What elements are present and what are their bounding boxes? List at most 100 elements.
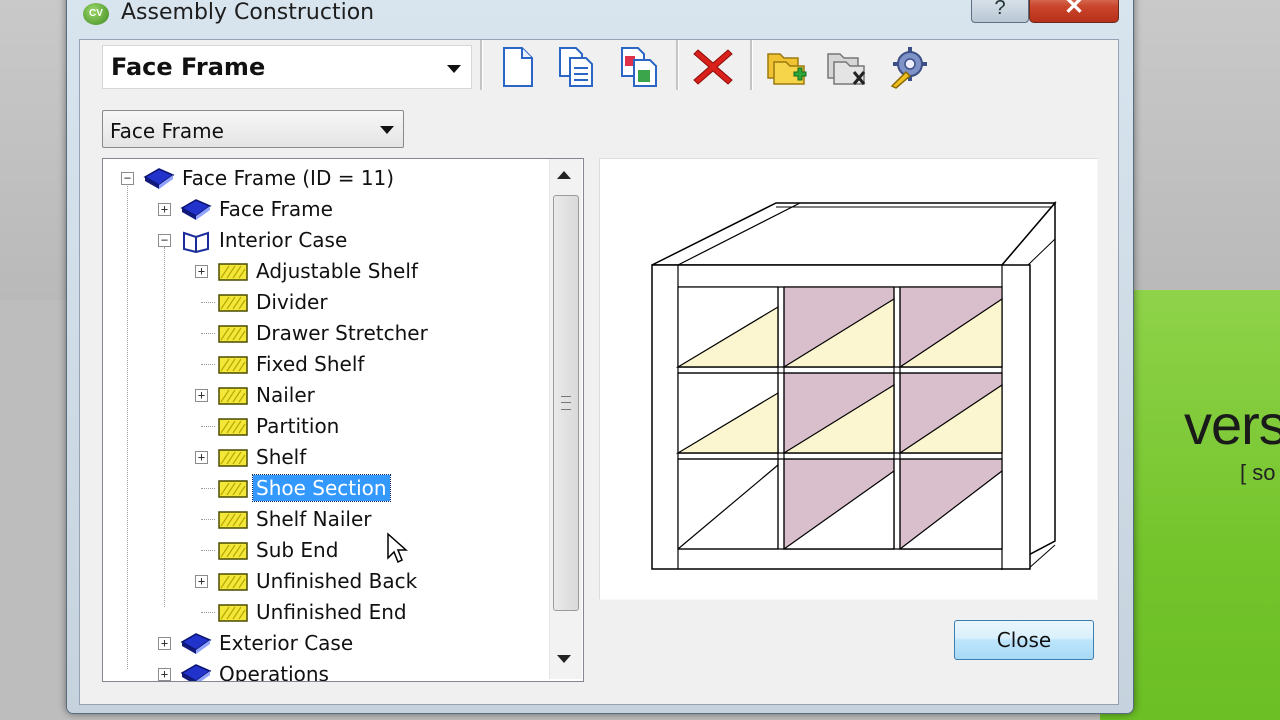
tree-item[interactable]: Fixed Shelf bbox=[103, 348, 543, 379]
part-icon bbox=[218, 325, 248, 343]
tree-scrollbar[interactable] bbox=[549, 159, 582, 679]
tree-guide-line bbox=[201, 488, 215, 489]
grip-icon bbox=[561, 396, 571, 410]
cabinet-illustration bbox=[651, 200, 1057, 571]
delete-icon[interactable] bbox=[690, 44, 736, 90]
chevron-down-icon bbox=[380, 126, 394, 134]
tree-item-label: Operations bbox=[219, 662, 329, 682]
part-icon bbox=[218, 511, 248, 529]
category-select[interactable]: Face Frame bbox=[102, 110, 404, 148]
expand-icon[interactable]: + bbox=[158, 668, 171, 681]
part-icon bbox=[218, 356, 248, 374]
tree-item[interactable]: Partition bbox=[103, 410, 543, 441]
tree-item-label: Nailer bbox=[256, 383, 315, 407]
window-title: Assembly Construction bbox=[121, 0, 375, 25]
toolbar-separator bbox=[750, 40, 753, 90]
tree-item-label: Face Frame bbox=[219, 197, 333, 221]
part-icon bbox=[218, 418, 248, 436]
tree-item-label: Shoe Section bbox=[252, 474, 391, 502]
background-text-version: vers bbox=[1184, 393, 1280, 456]
background-text-bracket: [ so bbox=[1240, 460, 1276, 485]
new-page-icon[interactable] bbox=[494, 44, 540, 90]
tree-item[interactable]: + Shelf bbox=[103, 441, 543, 472]
tree-item[interactable]: Unfinished End bbox=[103, 596, 543, 627]
part-icon bbox=[218, 542, 248, 560]
part-icon bbox=[218, 480, 248, 498]
expand-icon[interactable]: + bbox=[195, 389, 208, 402]
help-button[interactable]: ? bbox=[971, 0, 1029, 23]
tree-item[interactable]: − Interior Case bbox=[103, 224, 543, 255]
part-icon bbox=[218, 604, 248, 622]
part-icon bbox=[218, 294, 248, 312]
remove-folder-icon[interactable] bbox=[824, 44, 870, 90]
assembly-preview bbox=[599, 158, 1098, 600]
assembly-select-value: Face Frame bbox=[111, 53, 266, 81]
tree-item[interactable]: + Nailer bbox=[103, 379, 543, 410]
category-select-value: Face Frame bbox=[110, 119, 224, 143]
assembly-tree[interactable]: − Face Frame (ID = 11) + Face Frame − Interio… bbox=[102, 158, 584, 682]
tree-item-label: Partition bbox=[256, 414, 340, 438]
assembly-select[interactable]: Face Frame bbox=[102, 45, 472, 89]
part-icon bbox=[218, 449, 248, 467]
tree-item-label: Adjustable Shelf bbox=[256, 259, 418, 283]
copy-special-icon[interactable] bbox=[616, 44, 662, 90]
app-logo-icon: CV bbox=[83, 3, 109, 25]
expand-icon[interactable]: + bbox=[158, 203, 171, 216]
tree-item[interactable]: Shoe Section bbox=[103, 472, 543, 503]
tree-item[interactable]: + Exterior Case bbox=[103, 627, 543, 658]
settings-gear-icon[interactable] bbox=[886, 44, 932, 90]
chevron-down-icon bbox=[447, 65, 461, 73]
close-button[interactable]: Close bbox=[954, 620, 1094, 660]
tree-item[interactable]: Sub End bbox=[103, 534, 543, 565]
tree-guide-line bbox=[201, 364, 215, 365]
tree-item-label: Fixed Shelf bbox=[256, 352, 365, 376]
tree-item-label: Shelf bbox=[256, 445, 307, 469]
window-close-button[interactable]: ✕ bbox=[1029, 0, 1119, 23]
tree-item[interactable]: Drawer Stretcher bbox=[103, 317, 543, 348]
part-icon bbox=[218, 573, 248, 591]
collapse-icon[interactable]: − bbox=[158, 234, 171, 247]
book-icon bbox=[180, 664, 212, 681]
assembly-construction-dialog: CV Assembly Construction ? ✕ Face Frame bbox=[66, 0, 1134, 714]
tree-item-label: Interior Case bbox=[219, 228, 348, 252]
tree-item[interactable]: + Unfinished Back bbox=[103, 565, 543, 596]
tree-item-label: Face Frame (ID = 11) bbox=[182, 166, 395, 190]
tree-guide-line bbox=[201, 612, 215, 613]
book-icon bbox=[180, 199, 212, 220]
toolbar-separator bbox=[676, 40, 679, 90]
book-icon bbox=[180, 633, 212, 654]
tree-guide-line bbox=[201, 550, 215, 551]
tree-item[interactable]: Divider bbox=[103, 286, 543, 317]
part-icon bbox=[218, 263, 248, 281]
title-bar[interactable]: CV Assembly Construction ? ✕ bbox=[67, 0, 1133, 39]
tree-guide-line bbox=[201, 426, 215, 427]
tree-item-label: Shelf Nailer bbox=[256, 507, 372, 531]
tree-item-label: Sub End bbox=[256, 538, 339, 562]
toolbar-separator bbox=[480, 40, 483, 90]
scroll-thumb[interactable] bbox=[553, 195, 579, 611]
tree-guide-line bbox=[201, 302, 215, 303]
expand-icon[interactable]: + bbox=[195, 575, 208, 588]
dialog-client-area: Face Frame Face Frame − Face Frame (ID =… bbox=[79, 39, 1119, 705]
tree-item-label: Unfinished End bbox=[256, 600, 407, 624]
tree-item[interactable]: + Face Frame bbox=[103, 193, 543, 224]
tree-item[interactable]: + Operations bbox=[103, 658, 543, 682]
expand-icon[interactable]: + bbox=[195, 265, 208, 278]
mouse-cursor-icon bbox=[387, 532, 408, 564]
tree-guide-line bbox=[201, 519, 215, 520]
tree-item-label: Unfinished Back bbox=[256, 569, 418, 593]
open-book-icon bbox=[183, 231, 209, 253]
expand-icon[interactable]: + bbox=[158, 637, 171, 650]
tree-item-label: Divider bbox=[256, 290, 328, 314]
scroll-down-arrow-icon[interactable] bbox=[557, 655, 571, 663]
add-folder-icon[interactable] bbox=[764, 44, 810, 90]
tree-guide-line bbox=[201, 333, 215, 334]
scroll-up-arrow-icon[interactable] bbox=[557, 171, 571, 179]
tree-item-label: Drawer Stretcher bbox=[256, 321, 428, 345]
copy-icon[interactable] bbox=[554, 44, 600, 90]
tree-item[interactable]: + Adjustable Shelf bbox=[103, 255, 543, 286]
tree-item[interactable]: − Face Frame (ID = 11) bbox=[103, 162, 543, 193]
expand-icon[interactable]: + bbox=[195, 451, 208, 464]
tree-item[interactable]: Shelf Nailer bbox=[103, 503, 543, 534]
collapse-icon[interactable]: − bbox=[121, 172, 134, 185]
